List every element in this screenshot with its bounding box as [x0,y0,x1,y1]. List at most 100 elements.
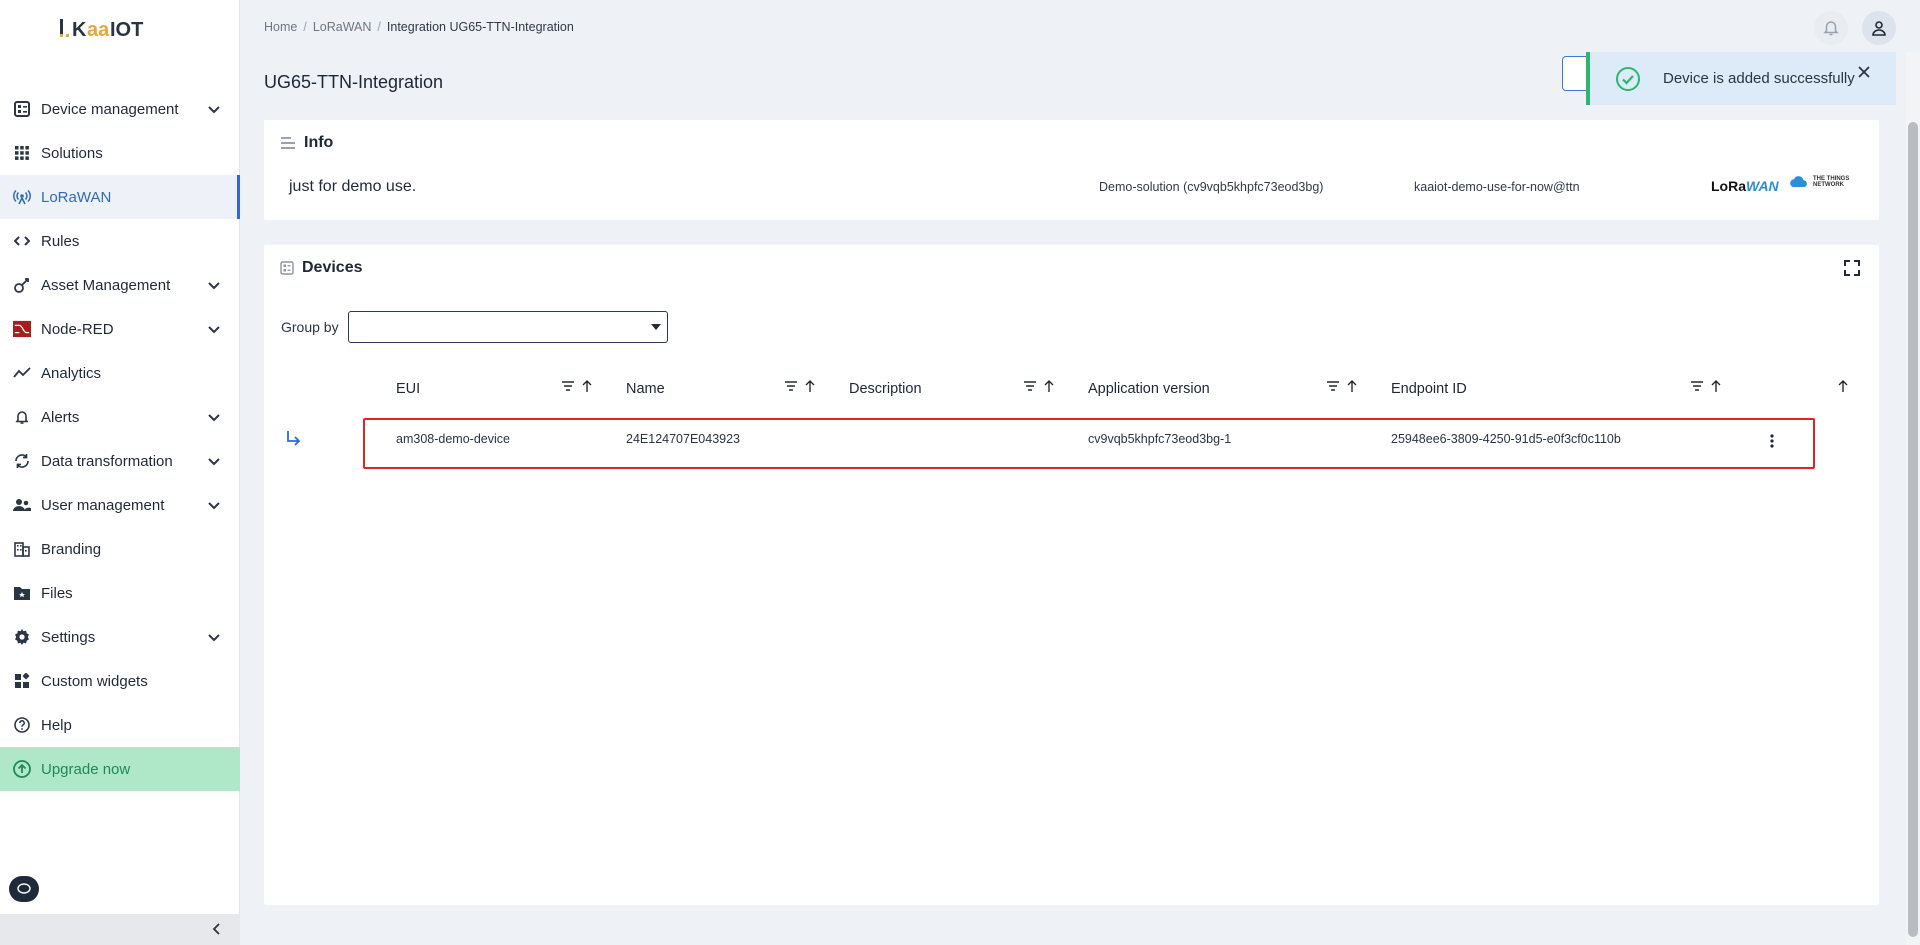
eui-sort-controls [561,379,593,393]
antenna-icon [13,188,31,206]
sidebar-item-custom-widgets[interactable]: Custom widgets [0,659,240,703]
ttn-logo-line2: NETWORK [1813,182,1844,188]
lorawan-logo-wan: WAN [1746,178,1779,194]
sidebar-item-label: Settings [41,628,96,646]
sidebar-item-settings[interactable]: Settings [0,615,240,659]
sidebar-item-files[interactable]: Files [0,571,240,615]
top-actions [1814,11,1896,45]
sidebar-item-label: Analytics [41,364,102,382]
sidebar-item-label: Rules [41,232,80,250]
filter-icon[interactable] [1023,379,1037,393]
sidebar-item-analytics[interactable]: Analytics [0,351,240,395]
info-card: Info just for demo use. Demo-solution (c… [264,120,1879,220]
chat-button[interactable] [9,876,39,902]
description-sort-controls [1023,379,1055,393]
column-header-eui[interactable]: EUI [396,381,420,397]
sort-up-icon[interactable] [1710,379,1722,393]
folder-icon [13,584,31,602]
sidebar-item-asset-management[interactable]: Asset Management [0,263,240,307]
svg-text:IOT: IOT [110,19,143,41]
sort-up-icon[interactable] [804,379,816,393]
sidebar-item-label: Node-RED [41,320,114,338]
integration-description: just for demo use. [289,178,417,195]
sidebar-item-label: Alerts [41,408,80,426]
info-header: Info [280,134,333,152]
page-scrollbar[interactable] [1906,52,1920,945]
scrollbar-thumb[interactable] [1908,122,1918,937]
chevron-down-icon [208,634,220,642]
node-red-icon [13,320,31,338]
chevron-down-icon [208,326,220,334]
actions-sort-controls [1837,379,1849,393]
user-menu-button[interactable] [1862,11,1896,45]
sidebar-nav: Device management Solutions LoRaWAN Rule… [0,87,240,791]
breadcrumb: Home / LoRaWAN / Integration UG65-TTN-In… [264,20,574,34]
expand-row-icon[interactable] [284,428,304,448]
application-version-sort-controls [1326,379,1358,393]
sidebar-item-solutions[interactable]: Solutions [0,131,240,175]
row-actions-button[interactable] [1764,432,1780,450]
column-header-description[interactable]: Description [849,381,922,397]
breadcrumb-current: Integration UG65-TTN-Integration [386,20,574,34]
breadcrumb-home[interactable]: Home [264,20,297,34]
filter-icon[interactable] [784,379,798,393]
sidebar-item-label: Solutions [41,144,103,162]
breadcrumb-lorawan[interactable]: LoRaWAN [313,20,372,34]
toast-message: Device is added successfully [1663,70,1855,87]
sort-up-icon[interactable] [1346,379,1358,393]
column-header-endpoint-id[interactable]: Endpoint ID [1391,381,1467,397]
upgrade-now-button[interactable]: Upgrade now [0,747,240,791]
sidebar-item-label: Data transformation [41,452,173,470]
chevron-down-icon [208,282,220,290]
sort-up-icon[interactable] [1043,379,1055,393]
sidebar-item-label: Custom widgets [41,672,148,690]
kaaiot-logo[interactable]: K aa IOT [58,14,182,44]
filter-icon[interactable] [561,379,575,393]
sidebar-item-rules[interactable]: Rules [0,219,240,263]
group-by-label: Group by [281,319,339,335]
sidebar-item-device-management[interactable]: Device management [0,87,240,131]
cell-name: 24E124707E043923 [626,432,741,446]
sidebar-item-lorawan[interactable]: LoRaWAN [0,175,240,219]
sidebar-item-alerts[interactable]: Alerts [0,395,240,439]
device-management-icon [13,100,31,118]
filter-icon[interactable] [1690,379,1704,393]
integration-account: kaaiot-demo-use-for-now@ttn [1414,180,1580,194]
sort-up-icon[interactable] [1837,379,1849,393]
sidebar-item-user-management[interactable]: User management [0,483,240,527]
svg-text:K: K [72,19,87,41]
cell-eui: am308-demo-device [396,432,510,446]
dropdown-arrow-icon [651,324,661,330]
group-by-select[interactable] [348,311,668,343]
sidebar-item-label: Files [41,584,73,602]
chat-icon [17,883,31,894]
sidebar-item-label: User management [41,496,165,514]
widgets-icon [13,672,31,690]
column-header-application-version[interactable]: Application version [1088,381,1210,397]
sidebar-item-node-red[interactable]: Node-RED [0,307,240,351]
sidebar: K aa IOT Device management Solutions LoR… [0,0,240,945]
sidebar-item-label: Asset Management [41,276,171,294]
chevron-down-icon [208,502,220,510]
sort-up-icon[interactable] [581,379,593,393]
cell-endpoint-id: 25948ee6-3809-4250-91d5-e0f3cf0c110b [1391,432,1621,446]
sidebar-item-help[interactable]: Help [0,703,240,747]
gear-icon [13,628,31,646]
filter-icon[interactable] [1326,379,1340,393]
sidebar-item-label: Help [41,716,72,734]
bell-icon [1823,21,1839,36]
fullscreen-icon[interactable] [1843,259,1861,277]
notifications-button[interactable] [1814,11,1848,45]
close-icon[interactable] [1856,64,1872,80]
svg-text:aa: aa [87,19,110,41]
sidebar-item-data-transformation[interactable]: Data transformation [0,439,240,483]
column-header-name[interactable]: Name [626,381,665,397]
cloud-icon [1790,176,1807,187]
collapse-sidebar-icon[interactable] [208,920,226,938]
devices-header: Devices [280,259,363,277]
more-vertical-icon [1770,434,1774,448]
endpoint-id-sort-controls [1690,379,1722,393]
sidebar-item-branding[interactable]: Branding [0,527,240,571]
bell-icon [13,408,31,426]
arrow-up-circle-icon [13,760,31,778]
